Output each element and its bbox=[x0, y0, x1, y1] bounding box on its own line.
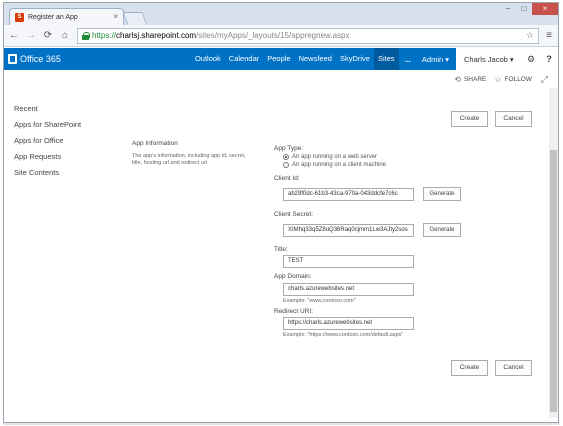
window-controls: – □ × bbox=[500, 3, 558, 15]
share-icon: ⟲ bbox=[454, 74, 461, 84]
admin-menu[interactable]: Admin ▾ bbox=[417, 55, 454, 64]
cancel-button-top[interactable]: Cancel bbox=[495, 111, 532, 127]
new-tab-button[interactable] bbox=[122, 12, 148, 25]
office365-brand[interactable]: Office 365 bbox=[8, 54, 182, 64]
home-icon[interactable]: ⌂ bbox=[58, 30, 72, 41]
user-menu[interactable]: Charls Jacob ▾ bbox=[456, 48, 522, 70]
suite-link-skydrive[interactable]: SkyDrive bbox=[336, 48, 374, 70]
option-label: An app running on a web server bbox=[292, 154, 378, 160]
scrollbar-thumb[interactable] bbox=[550, 150, 557, 412]
suite-link-newsfeed[interactable]: Newsfeed bbox=[295, 48, 336, 70]
section-title: App Information bbox=[132, 140, 178, 147]
app-domain-example: Example: "www.contoso.com" bbox=[283, 298, 356, 304]
office365-suite-bar: Office 365 Outlook Calendar People Newsf… bbox=[4, 48, 558, 70]
nav-item-app-requests[interactable]: App Requests bbox=[14, 153, 81, 161]
close-window-icon[interactable]: × bbox=[532, 3, 558, 15]
window-shadow bbox=[3, 423, 559, 425]
brand-name: Office 365 bbox=[20, 54, 61, 64]
suite-link-people[interactable]: People bbox=[263, 48, 294, 70]
url-path: /sites/myApps/_layouts/15/appregnew.aspx bbox=[196, 31, 350, 40]
create-button-bottom[interactable]: Create bbox=[451, 360, 488, 376]
reload-icon[interactable]: ⟳ bbox=[41, 30, 55, 41]
tab-close-icon[interactable]: × bbox=[113, 12, 118, 21]
create-button-top[interactable]: Create bbox=[451, 111, 488, 127]
address-bar[interactable]: https:// charlsj.sharepoint.com /sites/m… bbox=[77, 27, 539, 44]
client-secret-field[interactable]: XIMhq33q5Z8uQ36Raq0cjmm1Lw3AJty2sos bbox=[283, 223, 414, 237]
minimize-icon[interactable]: – bbox=[500, 3, 516, 15]
client-id-field[interactable]: ab29f0dc-61b3-43ca-970a-043ddcfe7c6c bbox=[283, 187, 414, 201]
quick-launch: Recent Apps for SharePoint Apps for Offi… bbox=[14, 105, 81, 185]
url-host: charlsj.sharepoint.com bbox=[116, 31, 197, 40]
vertical-scrollbar[interactable] bbox=[549, 88, 558, 418]
page-actions: ⟲ SHARE ☆ FOLLOW ⤢ bbox=[4, 70, 558, 88]
suite-link-calendar[interactable]: Calendar bbox=[225, 48, 263, 70]
section-description: The app's information, including app id,… bbox=[132, 153, 246, 166]
cancel-button-bottom[interactable]: Cancel bbox=[495, 360, 532, 376]
redirect-uri-label: Redirect URI: bbox=[274, 308, 314, 315]
nav-item-apps-for-sharepoint[interactable]: Apps for SharePoint bbox=[14, 121, 81, 129]
suite-link-outlook[interactable]: Outlook bbox=[191, 48, 225, 70]
follow-label: FOLLOW bbox=[504, 75, 532, 83]
tab-strip: S Register an App × – □ × bbox=[4, 3, 558, 25]
share-button[interactable]: ⟲ SHARE bbox=[454, 75, 486, 84]
focus-content-icon[interactable]: ⤢ bbox=[541, 74, 548, 85]
redirect-uri-field[interactable]: https://charls.azurewebsites.net bbox=[283, 317, 414, 330]
nav-item-site-contents[interactable]: Site Contents bbox=[14, 169, 81, 177]
settings-gear-icon[interactable]: ⚙ bbox=[522, 48, 540, 70]
maximize-icon[interactable]: □ bbox=[516, 3, 532, 15]
client-secret-label: Client Secret: bbox=[274, 211, 314, 218]
nav-item-apps-for-office[interactable]: Apps for Office bbox=[14, 137, 81, 145]
tab-title: Register an App bbox=[28, 13, 78, 21]
client-id-label: Client Id: bbox=[274, 175, 300, 182]
follow-button[interactable]: ☆ FOLLOW bbox=[494, 75, 532, 84]
suite-nav: Outlook Calendar People Newsfeed SkyDriv… bbox=[191, 48, 399, 70]
radio-selected-icon[interactable] bbox=[283, 154, 289, 160]
page-content: Recent Apps for SharePoint Apps for Offi… bbox=[4, 88, 558, 422]
url-scheme: https:// bbox=[92, 31, 117, 40]
help-icon[interactable]: ? bbox=[540, 48, 558, 70]
app-registration-form: App Type: An app running on a web server… bbox=[274, 144, 461, 339]
redirect-uri-example: Example: "https://www.contoso.com/defaul… bbox=[283, 332, 404, 338]
app-domain-label: App Domain: bbox=[274, 273, 312, 280]
browser-tab[interactable]: S Register an App × bbox=[9, 8, 124, 25]
app-type-option-client-machine[interactable]: An app running on a client machine bbox=[283, 161, 461, 169]
title-field[interactable]: TEST bbox=[283, 255, 414, 268]
share-label: SHARE bbox=[463, 75, 487, 83]
app-type-label: App Type: bbox=[274, 145, 304, 152]
generate-client-secret-button[interactable]: Generate bbox=[423, 223, 461, 237]
office-logo-icon bbox=[8, 54, 17, 64]
secure-lock-icon bbox=[82, 31, 90, 40]
menu-icon[interactable]: ≡ bbox=[542, 30, 556, 41]
browser-window: S Register an App × – □ × ← → ⟳ ⌂ https:… bbox=[3, 2, 559, 423]
follow-star-icon: ☆ bbox=[494, 74, 502, 84]
nav-item-recent[interactable]: Recent bbox=[14, 105, 81, 113]
back-arrow-icon[interactable]: ← bbox=[7, 30, 21, 41]
forward-arrow-icon[interactable]: → bbox=[24, 30, 38, 41]
more-apps-button[interactable]: ... bbox=[399, 55, 417, 64]
browser-toolbar: ← → ⟳ ⌂ https:// charlsj.sharepoint.com … bbox=[4, 25, 558, 47]
bookmark-star-icon[interactable]: ☆ bbox=[526, 30, 534, 41]
generate-client-id-button[interactable]: Generate bbox=[423, 187, 461, 201]
sharepoint-favicon-icon: S bbox=[15, 12, 24, 22]
radio-unselected-icon[interactable] bbox=[283, 162, 289, 168]
title-label: Title: bbox=[274, 246, 288, 253]
option-label: An app running on a client machine bbox=[292, 162, 387, 168]
app-domain-field[interactable]: charls.azurewebsites.net bbox=[283, 283, 414, 296]
suite-link-sites[interactable]: Sites bbox=[373, 48, 399, 70]
app-type-option-web-server[interactable]: An app running on a web server bbox=[283, 153, 461, 161]
